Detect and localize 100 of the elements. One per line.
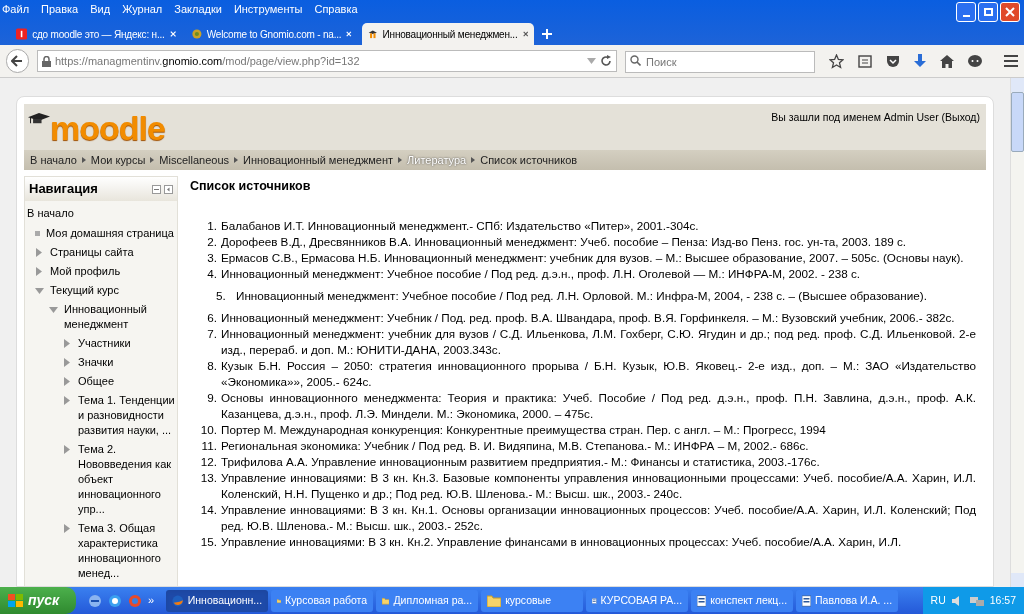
document-icon <box>802 593 812 608</box>
folder-icon <box>487 594 502 607</box>
source-entry: Ермасов С.В., Ермасова Н.Б. Инновационный менеджмент: учебник для вузов. – М.: Высшее образование, 2007. – 505с. (Основы наук). <box>221 249 965 266</box>
login-info: Вы зашли под именем Admin User (Выход) <box>771 110 980 125</box>
nav-link[interactable]: В начало <box>27 203 175 224</box>
source-entry: Инновационный менеджмент: Учебное пособие / Под ред. д.э.н., проф. Л.Н. Оголевой — М.: ИНФРА-М, 2002. - 238 с. <box>221 265 862 282</box>
separator-icon <box>398 157 403 163</box>
breadcrumb-link[interactable]: В начало <box>30 151 77 169</box>
nav-link[interactable]: Общее <box>78 373 115 389</box>
list-number: 5. <box>216 287 227 304</box>
source-entry: Региональная экономика: Учебник / Под ред. В. И. Видяпина, М.В. Степанова.- М.: ИНФРА – М, 2002.- 686с. <box>221 437 810 454</box>
search-icon <box>630 55 641 66</box>
list-number: 1. <box>206 217 218 234</box>
taskbar-button[interactable]: курсовые <box>481 589 584 612</box>
breadcrumb-link[interactable]: Мои курсы <box>90 151 146 169</box>
nav-link[interactable]: Текущий курс <box>50 282 119 298</box>
source-entry: Балабанов И.Т. Инновационный менеджмент.- СПб: Издательство «Питер», 2001.-304с. <box>221 217 700 234</box>
nav-link[interactable]: Участники <box>78 335 131 351</box>
tab-title: Welcome to Gnomio.com - na... <box>206 27 342 42</box>
lock-icon <box>41 55 51 67</box>
browser-tab[interactable]: Инновационный менеджмен... <box>362 23 534 45</box>
list-number: 10. <box>199 421 218 438</box>
taskbar-button[interactable]: Инновационн... <box>166 589 269 612</box>
list-number: 11. <box>200 437 218 454</box>
nav-link[interactable]: Мой профиль <box>50 263 121 279</box>
scrollbar[interactable] <box>1010 78 1024 587</box>
tab-title: сдо moodle это — Яндекс: н... <box>32 27 165 42</box>
menu-item[interactable]: Правка <box>41 0 79 18</box>
list-number: 14. <box>199 501 218 518</box>
menu-item[interactable]: Инструменты <box>233 0 303 18</box>
star-icon[interactable] <box>829 53 844 69</box>
source-entry: Дорофеев В.Д., Дресвянников В.А. Инновационный менеджмент: Учеб. пособие – Пенза: Изд-во Пенз. гос. ун-та, 2003. 189 с. <box>221 233 907 250</box>
source-entry: Управление инновациями: В 3 кн. Кн.2. Управление финансами в инновационных процессах: Учеб. пособие/А.А. Харин, И.Л. <box>221 533 903 550</box>
nav-link[interactable]: Моя домашняя страница <box>46 225 174 241</box>
back-button[interactable] <box>6 49 29 73</box>
list-number: 13. <box>199 469 218 486</box>
close-button[interactable] <box>1000 2 1020 22</box>
address-bar[interactable]: https://managmentinv.gnomio.com/mod/page/view.php?id=132 <box>36 50 617 72</box>
collapse-icon[interactable] <box>152 184 161 194</box>
reading-list-icon[interactable] <box>858 54 872 68</box>
nav-link[interactable]: Тема 2. Нововведения как объект инновационного упр... <box>78 441 175 517</box>
taskbar-button[interactable]: конспект лекц... <box>691 589 794 612</box>
minimize-button[interactable] <box>956 2 976 22</box>
menu-item[interactable]: Файл <box>2 0 30 18</box>
separator-icon <box>150 157 155 163</box>
source-entry: Управление инновациями: В 3 кн. Кн.1. Основы организации инновационных процессов: Учеб. пособие/А.А. Харин, И.Л. Коленский; Под ред. Ю.В. Шленова.- М.: Высш. шк., 2003.- 252с. <box>221 501 976 534</box>
taskbar-button[interactable]: Павлова И.А. ... <box>796 589 899 612</box>
source-entry: Основы инновационного менеджмента: Теория и практика: Учеб. Пособие / Под ред. д.э.н., проф. П.Н. Завлина, д.э.н., проф. А.К. Казанцева, д.э.н., проф. Л.Э. Миндели. М.: Экономика, 2000. – 475с. <box>221 389 976 422</box>
chat-icon[interactable] <box>968 54 982 68</box>
source-entry: Инновационный менеджмент: Учебное пособие / Под ред. Л.Н. Орловой. М.: Инфра-М, 2004, - 238 с. – (Высшее образование). <box>236 287 928 304</box>
dropdown-icon[interactable] <box>587 58 596 64</box>
reload-icon[interactable] <box>600 55 612 67</box>
taskbar-button[interactable]: Дипломная ра... <box>376 589 479 612</box>
menu-item[interactable]: Вид <box>90 0 111 18</box>
block-title: Навигация <box>29 180 98 199</box>
logo-text: moodle <box>50 108 165 148</box>
pocket-icon[interactable] <box>886 54 900 68</box>
breadcrumb-link[interactable]: Инновационный менеджмент <box>243 151 394 169</box>
menu-icon[interactable] <box>1004 55 1018 67</box>
source-entry: Инновационный менеджмент: учебник для вузов / С.Д. Ильенкова, Л.М. Гохберг, С.Ю. Ягудин и др.; под ред. проф. С.Д. Ильенковой. 2-е изд., перераб. и доп. М.: ЮНИТИ-ДАНА, 2003.343с. <box>221 325 976 358</box>
plus-icon[interactable] <box>542 29 552 39</box>
nav-link[interactable]: Тема 1. Тенденции и разновидности развития науки, ... <box>78 392 175 438</box>
home-icon[interactable] <box>940 54 954 68</box>
menu-item[interactable]: Справка <box>314 0 358 18</box>
browser-tab[interactable]: сдо moodle это — Яндекс: н... <box>10 23 182 45</box>
restore-button[interactable] <box>978 2 998 22</box>
nav-link[interactable]: Страницы сайта <box>50 244 134 260</box>
separator-icon <box>234 157 238 163</box>
bullet-icon <box>35 230 40 236</box>
dock-icon[interactable] <box>164 184 173 194</box>
search-field[interactable]: Поиск <box>625 51 815 73</box>
source-entry: Управление инновациями: В 3 кн. Кн.3. Базовые компоненты управления инновационными процессами: Учеб. пособие/А.А. Харин, И.Л. Коленский, Н.Н. Пущенко и др.; Под ред. Ю.В. Шленова.- М.: Высш. шк., 2003.- 240с. <box>221 469 976 502</box>
separator-icon <box>81 157 86 163</box>
source-entry: Инновационный менеджмент: Учебник / Под. ред. проф. В.А. Швандара, проф. В.Я. Горфинкеля. – М.: Вузовский учебник, 2006.- 382с. <box>221 309 956 326</box>
nav-link[interactable]: Тема 3. Общая характеристика инновационного менед... <box>78 520 175 581</box>
page-title: Список источников <box>190 178 312 195</box>
list-number: 8. <box>206 357 218 374</box>
menu-item[interactable]: Закладки <box>174 0 222 18</box>
tab-title: Инновационный менеджмен... <box>382 27 518 42</box>
more-button[interactable]: » <box>148 592 155 609</box>
list-number: 9. <box>206 389 218 406</box>
list-number: 15. <box>199 533 218 550</box>
download-icon[interactable] <box>914 54 926 68</box>
list-number: 4. <box>206 265 218 282</box>
nav-link[interactable]: Значки <box>78 354 114 370</box>
list-number: 6. <box>206 309 218 326</box>
url-text: https://managmentinv.gnomio.com/mod/page/view.php?id=132 <box>54 53 361 69</box>
clock: 16:57 <box>989 592 1016 608</box>
taskbar-button[interactable]: Курсовая работа <box>271 589 374 612</box>
breadcrumb-link[interactable]: Список источников <box>480 151 578 169</box>
graduation-cap-icon <box>28 112 50 126</box>
browser-tab[interactable]: Welcome to Gnomio.com - na... <box>186 23 358 45</box>
source-entry: Трифилова А.А. Управление инновационным развитием предприятия.- М.: Финансы и статистика, 2003.-176с. <box>221 453 821 470</box>
taskbar-button[interactable]: КУРСОВАЯ РА... <box>586 589 689 612</box>
breadcrumb-link[interactable]: Miscellaneous <box>159 151 229 169</box>
nav-link[interactable]: Инновационный менеджмент <box>64 301 175 332</box>
close-icon <box>1005 7 1015 17</box>
source-entry: Кузык Б.Н. Россия – 2050: стратегия инновационного прорыва / Б.Н. Кузык, Ю.В. Яковец.- 2-е изд., доп. – М.: ЗАО «Издательство «Экономика»», 2005.- 624с. <box>221 357 976 390</box>
close-icon[interactable] <box>522 30 528 38</box>
menu-item[interactable]: Журнал <box>122 0 163 18</box>
